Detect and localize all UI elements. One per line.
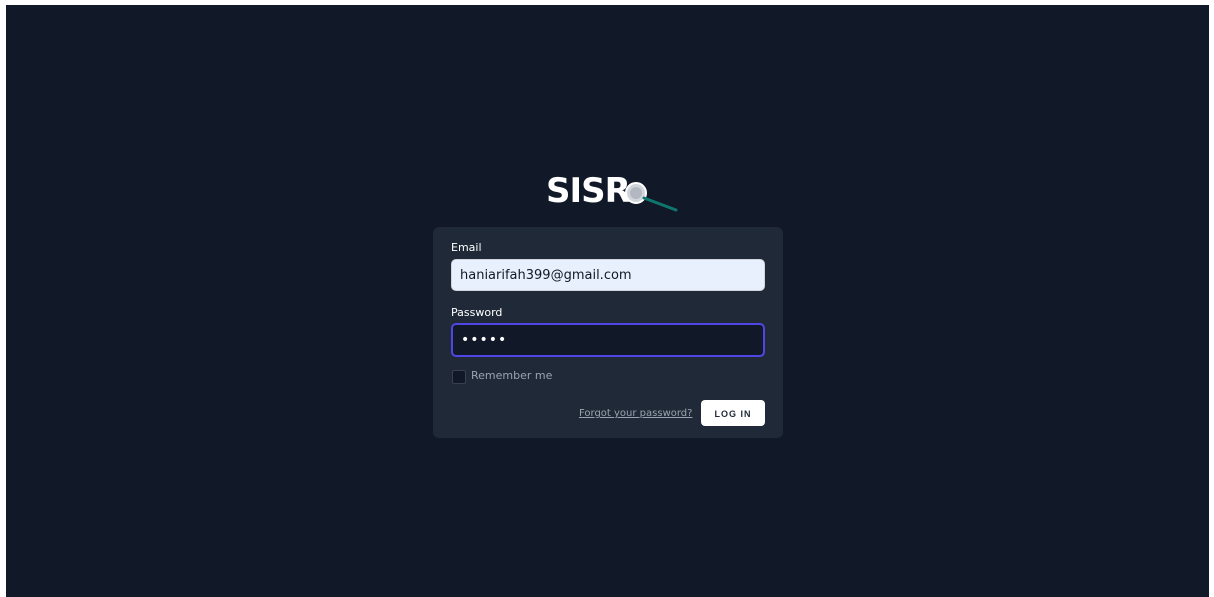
logo-text: SISR (546, 171, 631, 211)
magnifier-icon (625, 182, 678, 212)
forgot-password-link[interactable]: Forgot your password? (579, 407, 692, 421)
login-page: SISR Email haniarifah399@gmail.com Passw… (6, 5, 1209, 597)
remember-me-checkbox[interactable] (452, 370, 466, 384)
remember-me-label[interactable]: Remember me (471, 369, 552, 383)
email-field[interactable]: haniarifah399@gmail.com (451, 259, 765, 291)
email-label: Email (451, 241, 482, 254)
password-field[interactable]: ••••• (451, 323, 765, 357)
login-button[interactable]: LOG IN (701, 400, 765, 426)
password-label: Password (451, 306, 503, 319)
login-card: Email haniarifah399@gmail.com Password •… (433, 227, 783, 438)
app-logo: SISR (546, 171, 678, 212)
